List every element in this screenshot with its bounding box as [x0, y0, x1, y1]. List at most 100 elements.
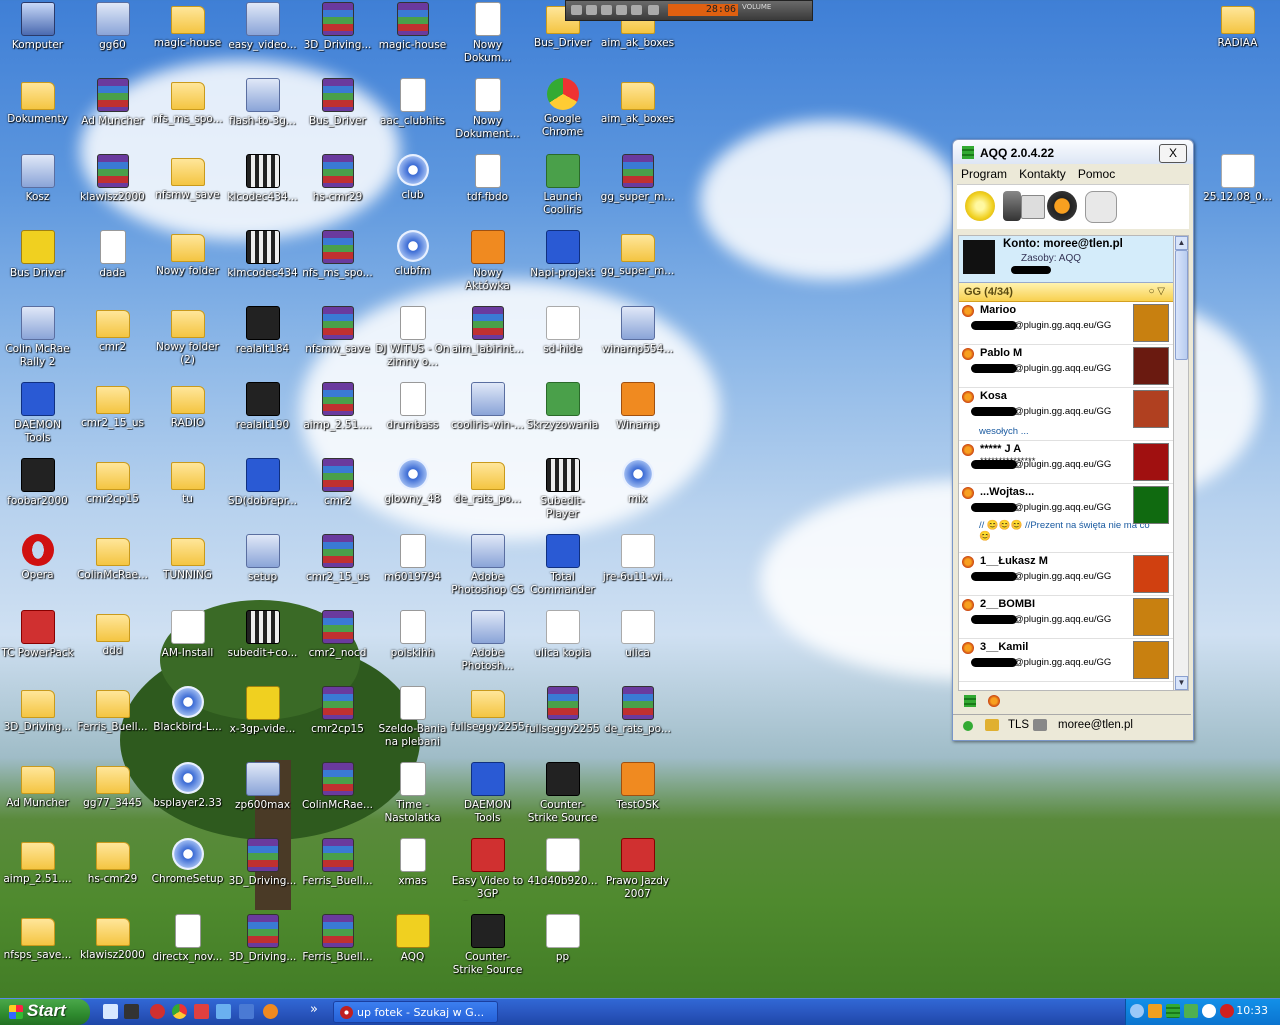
scroll-up-icon[interactable]: ▲ — [1175, 236, 1188, 250]
tray-arrow-icon[interactable] — [1130, 1004, 1144, 1018]
desktop-icon[interactable]: Bus_Driver — [300, 76, 375, 128]
desktop-icon[interactable]: nfsmw_save — [300, 304, 375, 356]
desktop-icon[interactable]: aim_labirint... — [450, 304, 525, 356]
desktop-icon[interactable]: magic-house — [375, 0, 450, 52]
desktop-icon[interactable]: bsplayer2.33 — [150, 760, 225, 810]
desktop-icon[interactable]: SD(dobrepr... — [225, 456, 300, 508]
desktop-icon[interactable]: Nowy Aktówka — [450, 228, 525, 293]
desktop-icon[interactable]: Skrzyzowania — [525, 380, 600, 432]
desktop-icon[interactable]: Adobe Photosh... — [450, 608, 525, 673]
stop-icon[interactable] — [616, 5, 627, 15]
desktop-icon[interactable]: drumbass — [375, 380, 450, 432]
desktop-icon[interactable]: cmr2 — [300, 456, 375, 508]
desktop-icon[interactable]: TestOSK — [600, 760, 675, 812]
contact-scrollbar[interactable]: ▲ ▼ — [1173, 235, 1189, 691]
desktop-icon[interactable]: DAEMON Tools — [0, 380, 75, 445]
desktop-icon[interactable]: fullseggv2255 — [450, 684, 525, 734]
desktop-icon[interactable]: cooliris-win-... — [450, 380, 525, 432]
desktop-icon[interactable]: subedit+co... — [225, 608, 300, 660]
desktop-icon[interactable]: gg60 — [75, 0, 150, 52]
desktop-icon[interactable]: hs-cmr29 — [300, 152, 375, 204]
desktop-icon[interactable]: sd-hide — [525, 304, 600, 356]
desktop-icon[interactable]: magic-house — [150, 0, 225, 50]
desktop-icon[interactable]: Nowy Dokum... — [450, 0, 525, 65]
contact-row[interactable]: 3__Kamil @plugin.gg.aqq.eu/GG — [959, 639, 1173, 682]
quicklaunch-app-icon[interactable] — [124, 1004, 139, 1019]
desktop-icon[interactable]: m6019794 — [375, 532, 450, 584]
desktop-icon[interactable]: zp600max — [225, 760, 300, 812]
play-icon[interactable] — [586, 5, 597, 15]
account-row[interactable]: Konto: moree@tlen.pl Zasoby: AQQ — [959, 236, 1173, 283]
quicklaunch-overflow[interactable]: » — [310, 1002, 318, 1017]
menu-pomoc[interactable]: Pomoc — [1076, 164, 1117, 184]
desktop-icon[interactable]: ulica — [600, 608, 675, 660]
quicklaunch-app-icon[interactable] — [263, 1004, 278, 1019]
scroll-thumb[interactable] — [1175, 250, 1188, 360]
media-player-bar[interactable]: 28:06 VOLUME — [565, 0, 813, 21]
desktop-icon[interactable]: Ferris_Buell... — [75, 684, 150, 734]
pause-icon[interactable] — [601, 5, 612, 15]
desktop-icon[interactable]: Total Commander — [525, 532, 600, 597]
desktop-icon[interactable]: polskihh — [375, 608, 450, 660]
tray-shield-icon[interactable] — [1220, 1004, 1234, 1018]
desktop-icon[interactable]: fullseggv2255 — [525, 684, 600, 736]
desktop-icon[interactable]: Winamp — [600, 380, 675, 432]
desktop-icon[interactable]: Colin McRae Rally 2 — [0, 304, 75, 369]
bulb-icon[interactable] — [965, 191, 995, 221]
desktop-icon[interactable]: gg_super_m... — [600, 228, 675, 278]
desktop-icon[interactable]: glowny_48 — [375, 456, 450, 506]
desktop-icon[interactable]: AM-Install — [150, 608, 225, 660]
desktop-icon[interactable]: realalt190 — [225, 380, 300, 432]
contact-row[interactable]: Kosa @plugin.gg.aqq.eu/GG wesołych ... — [959, 388, 1173, 441]
speaker-icon[interactable] — [1033, 719, 1047, 731]
close-button[interactable]: X — [1159, 144, 1187, 163]
desktop-icon[interactable]: clubfm — [375, 228, 450, 278]
desktop-icon[interactable]: Time - Nastolatka — [375, 760, 450, 825]
show-desktop-icon[interactable] — [103, 1004, 118, 1019]
desktop-icon[interactable]: Subedit-Player — [525, 456, 600, 521]
desktop-icon[interactable]: Nowy folder — [150, 228, 225, 278]
desktop-icon[interactable]: RADIO — [150, 380, 225, 430]
desktop-icon[interactable]: nfs_ms_spo... — [300, 228, 375, 280]
opera-icon[interactable] — [150, 1004, 165, 1019]
desktop-icon[interactable]: cmr2_15_us — [300, 532, 375, 584]
quicklaunch-app-icon[interactable] — [239, 1004, 254, 1019]
desktop-icon[interactable]: winamp554... — [600, 304, 675, 356]
menu-kontakty[interactable]: Kontakty — [1017, 164, 1068, 184]
desktop-icon[interactable]: Szeldo-Bania na plebani — [375, 684, 450, 749]
desktop-icon[interactable]: mix — [600, 456, 675, 506]
desktop-icon[interactable]: aimp_2.51.... — [300, 380, 375, 432]
desktop-icon[interactable]: nfsps_save... — [0, 912, 75, 962]
desktop-icon[interactable]: x-3gp-vide... — [225, 684, 300, 736]
desktop-icon[interactable]: Adobe Photoshop CS — [450, 532, 525, 597]
desktop-icon[interactable]: Blackbird-L... — [150, 684, 225, 734]
group-controls[interactable]: ○ ▽ — [1148, 283, 1165, 301]
desktop-icon[interactable]: ColinMcRae... — [75, 532, 150, 582]
desktop-icon[interactable]: 3D_Driving... — [300, 0, 375, 52]
start-button[interactable]: Start — [0, 999, 90, 1025]
desktop-icon[interactable]: 3D_Driving... — [225, 836, 300, 888]
taskbar-window-button[interactable]: up fotek - Szukaj w G... — [333, 1001, 498, 1023]
desktop-icon[interactable]: tu — [150, 456, 225, 506]
desktop-icon[interactable]: Prawo Jazdy 2007 — [600, 836, 675, 901]
desktop-icon[interactable]: realalt184 — [225, 304, 300, 356]
desktop-icon[interactable]: ChromeSetup — [150, 836, 225, 886]
contact-group-header[interactable]: GG (4/34) ○ ▽ — [959, 283, 1173, 302]
desktop-icon[interactable]: ddd — [75, 608, 150, 658]
phone-icon[interactable] — [1003, 191, 1021, 221]
desktop-icon[interactable]: cmr2 — [75, 304, 150, 354]
aqq-window[interactable]: AQQ 2.0.4.22 X Program Kontakty Pomoc Ko… — [952, 139, 1194, 741]
desktop-icon[interactable]: foobar2000 — [0, 456, 75, 508]
desktop-icon[interactable]: de_rats_po... — [600, 684, 675, 736]
desktop-icon[interactable]: ColinMcRae... — [300, 760, 375, 812]
chat-bubble-icon[interactable] — [1085, 191, 1117, 223]
desktop-icon[interactable]: cmr2cp15 — [75, 456, 150, 506]
desktop-icon[interactable]: Kosz — [0, 152, 75, 204]
media-play-icon[interactable] — [1047, 191, 1077, 221]
tray-network-icon[interactable] — [1184, 1004, 1198, 1018]
desktop-icon[interactable]: aac_clubhits — [375, 76, 450, 128]
desktop-icon[interactable]: DAEMON Tools — [450, 760, 525, 825]
desktop-icon[interactable]: nfs_ms_spo... — [150, 76, 225, 126]
desktop-icon[interactable]: Komputer — [0, 0, 75, 52]
tray-gg-icon[interactable] — [1166, 1004, 1180, 1018]
